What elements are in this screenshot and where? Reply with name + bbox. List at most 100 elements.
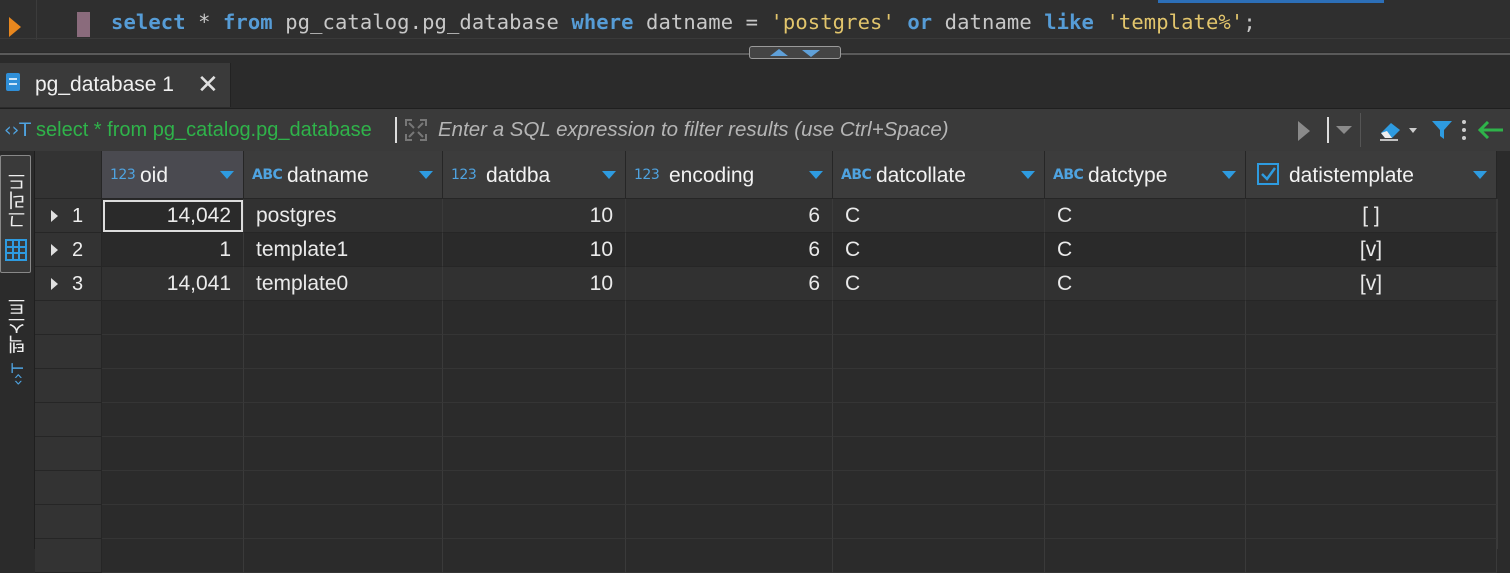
empty-cell xyxy=(1246,539,1497,573)
checkbox-type-icon xyxy=(1257,163,1279,185)
row-header[interactable]: 2 xyxy=(35,233,102,267)
empty-cell xyxy=(244,403,443,437)
sql-editor[interactable]: select * from pg_catalog.pg_database whe… xyxy=(0,0,1510,52)
filter-funnel-icon[interactable] xyxy=(1431,119,1453,141)
cell-datistemplate[interactable]: [ ] xyxy=(1246,199,1497,233)
cell-oid[interactable]: 14,042 xyxy=(102,199,244,233)
chevron-down-icon[interactable] xyxy=(1409,128,1417,133)
table-row[interactable]: 3 14,041 template0 10 6 C C [v] xyxy=(35,267,1510,301)
tab-grid-view[interactable]: 그리드 xyxy=(0,155,31,273)
cell-datname[interactable]: template0 xyxy=(244,267,443,301)
column-header-datistemplate[interactable]: datistemplate xyxy=(1246,151,1497,199)
empty-cell xyxy=(833,505,1045,539)
expand-row-icon[interactable] xyxy=(51,244,58,256)
empty-cell xyxy=(244,301,443,335)
row-header[interactable]: 1 xyxy=(35,199,102,233)
cell-datctype[interactable]: C xyxy=(1045,233,1246,267)
row-header[interactable]: 3 xyxy=(35,267,102,301)
empty-cell xyxy=(102,437,244,471)
empty-cell xyxy=(102,539,244,573)
sql-statement[interactable]: select * from pg_catalog.pg_database whe… xyxy=(111,10,1256,34)
sort-dropdown-icon[interactable] xyxy=(1021,171,1035,179)
empty-cell xyxy=(102,471,244,505)
expand-row-icon[interactable] xyxy=(51,278,58,290)
cell-datcollate[interactable]: C xyxy=(833,199,1045,233)
close-icon[interactable]: ✕ xyxy=(197,69,219,99)
empty-cell xyxy=(443,505,626,539)
results-grid[interactable]: 123 oid ABC datname 123 datdba 123 encoding ABC d… xyxy=(35,151,1510,573)
empty-row xyxy=(35,301,1510,335)
cell-oid[interactable]: 1 xyxy=(102,233,244,267)
view-mode-panel: 그리드 텍스트 ‹›T xyxy=(0,151,35,549)
sort-dropdown-icon[interactable] xyxy=(1222,171,1236,179)
cell-datdba[interactable]: 10 xyxy=(443,267,626,301)
more-options-icon[interactable] xyxy=(1462,119,1466,141)
chevron-down-icon xyxy=(802,50,820,57)
cell-datdba[interactable]: 10 xyxy=(443,233,626,267)
cell-datcollate[interactable]: C xyxy=(833,233,1045,267)
cell-encoding[interactable]: 6 xyxy=(626,233,833,267)
filter-divider-2 xyxy=(1327,117,1329,143)
row-number: 2 xyxy=(72,239,84,261)
expand-icon[interactable] xyxy=(404,118,428,142)
filter-history-dropdown[interactable] xyxy=(1336,126,1352,134)
column-header-datcollate[interactable]: ABC datcollate xyxy=(833,151,1045,199)
empty-cell xyxy=(443,437,626,471)
column-header-datdba[interactable]: 123 datdba xyxy=(443,151,626,199)
cell-datctype[interactable]: C xyxy=(1045,267,1246,301)
tab-pg-database-1[interactable]: pg_database 1 ✕ xyxy=(0,63,231,107)
empty-cell xyxy=(1045,369,1246,403)
sort-dropdown-icon[interactable] xyxy=(1473,171,1487,179)
sort-dropdown-icon[interactable] xyxy=(220,171,234,179)
empty-cell xyxy=(244,471,443,505)
empty-cell xyxy=(626,437,833,471)
apply-filter-button[interactable] xyxy=(1298,121,1310,141)
column-label: datistemplate xyxy=(1289,164,1414,187)
sort-dropdown-icon[interactable] xyxy=(602,171,616,179)
cell-datname[interactable]: template1 xyxy=(244,233,443,267)
empty-cell xyxy=(833,301,1045,335)
empty-cell xyxy=(833,539,1045,573)
empty-row xyxy=(35,471,1510,505)
sort-dropdown-icon[interactable] xyxy=(419,171,433,179)
empty-cell xyxy=(1246,403,1497,437)
eraser-icon[interactable] xyxy=(1378,119,1404,141)
sql-text-icon: ‹›T xyxy=(4,119,31,141)
cell-datdba[interactable]: 10 xyxy=(443,199,626,233)
empty-cell xyxy=(626,335,833,369)
current-statement-marker xyxy=(9,17,21,37)
sort-dropdown-icon[interactable] xyxy=(809,171,823,179)
cell-datname[interactable]: postgres xyxy=(244,199,443,233)
cell-datistemplate[interactable]: [v] xyxy=(1246,233,1497,267)
row-header xyxy=(35,505,102,539)
empty-cell xyxy=(626,301,833,335)
column-header-oid[interactable]: 123 oid xyxy=(102,151,244,199)
empty-cell xyxy=(1246,369,1497,403)
table-row[interactable]: 1 14,042 postgres 10 6 C C[ ] xyxy=(35,199,1510,233)
filter-expression-input[interactable] xyxy=(436,117,1290,143)
tab-label: pg_database 1 xyxy=(35,73,174,96)
cell-datctype[interactable]: C xyxy=(1045,199,1246,233)
grid-corner[interactable] xyxy=(35,151,102,199)
cell-encoding[interactable]: 6 xyxy=(626,199,833,233)
cell-encoding[interactable]: 6 xyxy=(626,267,833,301)
column-header-encoding[interactable]: 123 encoding xyxy=(626,151,833,199)
table-row[interactable]: 2 1 template1 10 6 C C [v] xyxy=(35,233,1510,267)
filter-divider xyxy=(395,117,397,143)
text-type-icon: ABC xyxy=(841,167,872,183)
column-label: datctype xyxy=(1088,164,1168,187)
splitter-toggle-handle[interactable] xyxy=(749,46,841,59)
tab-text-view[interactable]: 텍스트 ‹›T xyxy=(0,291,31,391)
cell-datcollate[interactable]: C xyxy=(833,267,1045,301)
arrow-left-icon[interactable] xyxy=(1478,121,1504,139)
column-header-datctype[interactable]: ABC datctype xyxy=(1045,151,1246,199)
empty-cell xyxy=(102,335,244,369)
cell-oid[interactable]: 14,041 xyxy=(102,267,244,301)
empty-cell xyxy=(626,403,833,437)
cell-datistemplate[interactable]: [v] xyxy=(1246,267,1497,301)
empty-cell xyxy=(102,505,244,539)
column-header-datname[interactable]: ABC datname xyxy=(244,151,443,199)
expand-row-icon[interactable] xyxy=(51,210,58,222)
text-cursor xyxy=(77,12,90,37)
empty-cell xyxy=(1246,471,1497,505)
